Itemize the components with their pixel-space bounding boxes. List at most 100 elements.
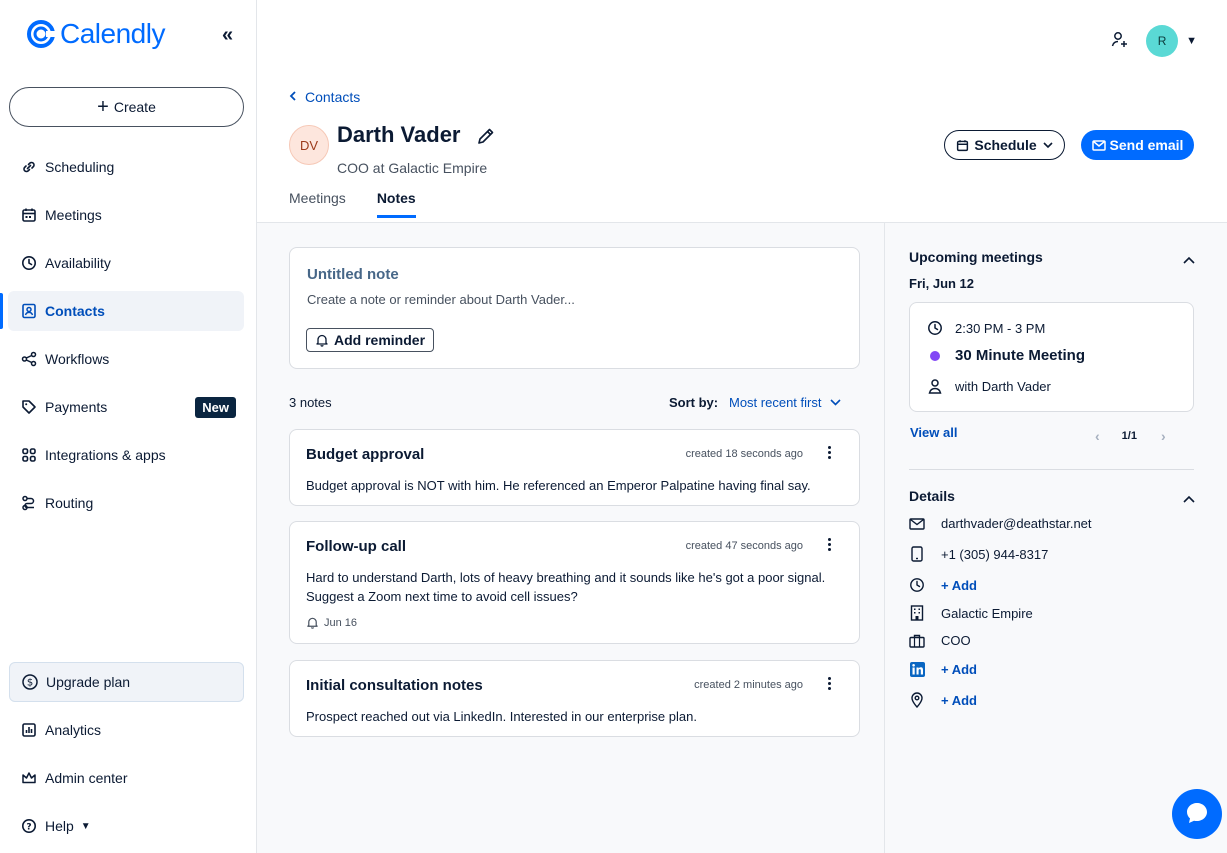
upcoming-meetings-title: Upcoming meetings <box>909 249 1043 265</box>
clock-icon <box>909 577 925 593</box>
job-title-value: COO <box>941 633 971 648</box>
note-card[interactable]: Initial consultation notes created 2 min… <box>289 660 860 737</box>
phone-icon <box>909 546 925 562</box>
breadcrumb-contacts[interactable]: Contacts <box>289 89 360 105</box>
routing-icon <box>20 494 38 512</box>
meeting-date: Fri, Jun 12 <box>909 276 975 291</box>
new-note-input[interactable]: Create a note or reminder about Darth Va… <box>307 292 575 307</box>
sidebar-item-label: Admin center <box>45 770 128 786</box>
create-label: Create <box>113 99 156 115</box>
tab-meetings[interactable]: Meetings <box>289 190 346 218</box>
send-email-label: Send email <box>1109 137 1184 153</box>
chevron-up-icon[interactable] <box>1183 251 1195 267</box>
tab-notes[interactable]: Notes <box>376 190 416 218</box>
topbar: R ▼ <box>1110 25 1197 57</box>
sidebar-item-label: Routing <box>45 495 94 511</box>
sidebar-item-routing[interactable]: Routing <box>8 483 244 523</box>
chevron-left-icon[interactable]: ‹ <box>1095 428 1100 444</box>
detail-phone: +1 (305) 944-8317 <box>909 546 1048 562</box>
sidebar-item-help[interactable]: ? Help ▼ <box>8 806 244 846</box>
note-body: Budget approval is NOT with him. He refe… <box>306 478 811 493</box>
chevron-up-icon[interactable] <box>1183 490 1195 506</box>
schedule-button[interactable]: Schedule <box>944 130 1065 160</box>
note-created-time: created 2 minutes ago <box>694 679 803 691</box>
view-all-link[interactable]: View all <box>910 425 957 440</box>
building-icon <box>909 605 925 621</box>
help-icon: ? <box>20 817 38 835</box>
sidebar-item-label: Workflows <box>45 351 110 367</box>
bell-icon <box>306 616 319 629</box>
user-avatar[interactable]: R <box>1146 25 1179 57</box>
chevron-right-icon[interactable]: › <box>1161 428 1166 444</box>
note-created-time: created 18 seconds ago <box>685 448 803 460</box>
add-linkedin-link[interactable]: + Add <box>941 662 977 677</box>
upgrade-plan-button[interactable]: $ Upgrade plan <box>9 662 244 702</box>
new-note-title[interactable]: Untitled note <box>307 266 399 283</box>
sidebar-item-workflows[interactable]: Workflows <box>8 339 244 379</box>
more-options-icon[interactable] <box>827 677 831 690</box>
sort-value: Most recent first <box>729 395 822 410</box>
sidebar-item-payments[interactable]: Payments New <box>8 387 244 427</box>
meeting-card[interactable]: 2:30 PM - 3 PM 30 Minute Meeting with Da… <box>909 302 1194 412</box>
sidebar-item-integrations[interactable]: Integrations & apps <box>8 435 244 475</box>
note-card[interactable]: Follow-up call created 47 seconds ago Ha… <box>289 521 860 644</box>
note-reminder: Jun 16 <box>306 616 357 629</box>
sidebar-item-admin-center[interactable]: Admin center <box>8 758 244 798</box>
chevron-down-icon: ▼ <box>80 820 91 832</box>
new-note-editor[interactable]: Untitled note Create a note or reminder … <box>289 247 860 369</box>
account-menu-chevron-icon[interactable]: ▼ <box>1186 35 1197 47</box>
add-reminder-label: Add reminder <box>334 332 426 348</box>
contact-side-panel: Upcoming meetings Fri, Jun 12 2:30 PM - … <box>884 223 1227 853</box>
note-body: Prospect reached out via LinkedIn. Inter… <box>306 709 697 724</box>
chat-support-button[interactable] <box>1172 789 1222 839</box>
linkedin-icon <box>909 662 925 677</box>
sidebar-item-meetings[interactable]: Meetings <box>8 195 244 235</box>
svg-text:?: ? <box>26 823 31 833</box>
email-value[interactable]: darthvader@deathstar.net <box>941 516 1092 531</box>
plus-icon: + <box>97 96 109 118</box>
sidebar-item-analytics[interactable]: Analytics <box>8 710 244 750</box>
contacts-icon <box>20 302 38 320</box>
sidebar-item-label: Contacts <box>45 303 105 319</box>
details-title: Details <box>909 488 955 504</box>
sort-label: Sort by: <box>669 395 719 410</box>
sort-dropdown[interactable]: Most recent first <box>729 395 842 410</box>
add-user-icon[interactable] <box>1110 30 1130 53</box>
chevron-down-icon <box>830 399 842 406</box>
new-badge: New <box>195 397 236 418</box>
sidebar-item-contacts[interactable]: Contacts <box>0 291 244 331</box>
meeting-invitee: with Darth Vader <box>955 378 1051 394</box>
add-reminder-button[interactable]: Add reminder <box>306 328 435 352</box>
more-options-icon[interactable] <box>827 538 831 551</box>
pager-label: 1/1 <box>1121 430 1137 442</box>
meeting-pager: ‹ 1/1 › <box>1095 428 1166 444</box>
sidebar-item-availability[interactable]: Availability <box>8 243 244 283</box>
notes-panel: Untitled note Create a note or reminder … <box>257 223 884 853</box>
collapse-sidebar-icon[interactable]: « <box>222 24 233 47</box>
sidebar-item-scheduling[interactable]: Scheduling <box>8 147 244 187</box>
sidebar-item-label: Availability <box>45 255 111 271</box>
calendly-logo[interactable]: Calendly <box>26 18 165 50</box>
chevron-left-icon <box>289 89 297 105</box>
sidebar-item-label: Payments <box>45 399 108 415</box>
contact-tabs: Meetings Notes <box>289 190 447 218</box>
tag-icon <box>20 398 38 416</box>
link-icon <box>20 158 38 176</box>
section-divider <box>909 469 1194 470</box>
crown-icon <box>20 769 38 787</box>
note-card[interactable]: Budget approval created 18 seconds ago B… <box>289 429 860 506</box>
mail-icon <box>1091 139 1106 151</box>
phone-value[interactable]: +1 (305) 944-8317 <box>941 547 1048 562</box>
notes-count: 3 notes <box>289 395 332 410</box>
create-button[interactable]: + Create <box>9 87 244 127</box>
dollar-icon: $ <box>21 673 39 691</box>
more-options-icon[interactable] <box>827 446 831 459</box>
note-body: Hard to understand Darth, lots of heavy … <box>306 570 826 604</box>
edit-pencil-icon[interactable] <box>476 126 496 149</box>
add-timezone-link[interactable]: + Add <box>941 578 977 593</box>
company-value: Galactic Empire <box>941 605 1033 621</box>
upgrade-plan-label: Upgrade plan <box>46 674 131 690</box>
send-email-button[interactable]: Send email <box>1081 130 1194 160</box>
chevron-down-icon <box>1043 141 1053 149</box>
add-location-link[interactable]: + Add <box>941 693 977 708</box>
